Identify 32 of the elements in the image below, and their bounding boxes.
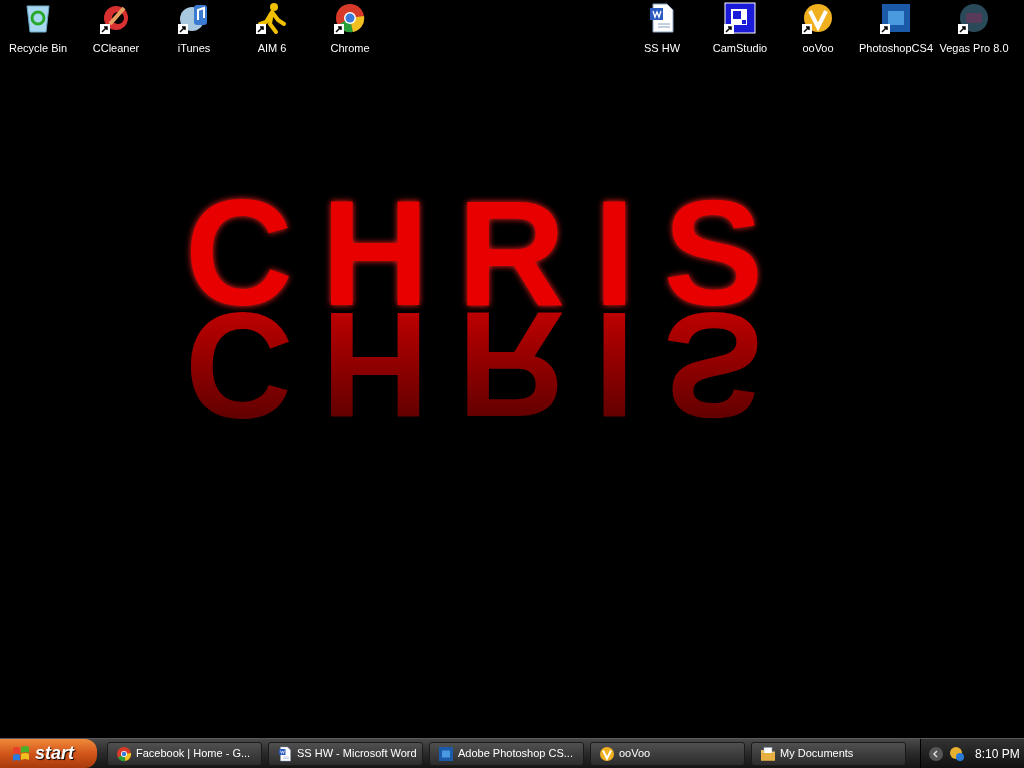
desktop-icon-label[interactable]: AIM 6 bbox=[257, 40, 287, 57]
taskbar-button[interactable]: Adobe Photoshop CS... bbox=[429, 741, 584, 766]
desktop-icon-label[interactable]: PhotoshopCS4 bbox=[859, 40, 933, 57]
app-icon bbox=[438, 745, 454, 762]
taskbar-button[interactable]: SS HW - Microsoft Word bbox=[268, 741, 423, 766]
expand-tray-icon[interactable] bbox=[929, 746, 943, 761]
desktop-icon-label[interactable]: Recycle Bin bbox=[8, 40, 68, 57]
app-icon[interactable] bbox=[958, 2, 990, 34]
app-icon bbox=[116, 745, 132, 762]
tray-app-icon[interactable] bbox=[949, 745, 965, 762]
app-icon bbox=[599, 745, 615, 762]
desktop-icon-label[interactable]: CamStudio bbox=[712, 40, 768, 57]
desktop-icon-label[interactable]: CCleaner bbox=[92, 40, 140, 57]
app-icon[interactable] bbox=[334, 2, 366, 34]
app-icon[interactable] bbox=[256, 2, 288, 34]
taskbar-button[interactable]: My Documents bbox=[751, 741, 906, 766]
taskbar-button[interactable]: ooVoo bbox=[590, 741, 745, 766]
windows-logo-icon bbox=[12, 745, 30, 762]
app-icon bbox=[277, 745, 293, 762]
app-icon bbox=[760, 745, 776, 762]
desktop-icon-label[interactable]: Vegas Pro 8.0 bbox=[939, 40, 1009, 57]
app-icon[interactable] bbox=[802, 2, 834, 34]
desktop-icon-label[interactable]: Chrome bbox=[330, 40, 370, 57]
desktop-icon-label[interactable]: ooVoo bbox=[802, 40, 834, 57]
taskbar-button[interactable]: Facebook | Home - G... bbox=[107, 741, 262, 766]
app-icon[interactable] bbox=[724, 2, 756, 34]
app-icon[interactable] bbox=[178, 2, 210, 34]
wallpaper-title: CHRIS bbox=[184, 196, 792, 309]
app-icon[interactable] bbox=[880, 2, 912, 34]
desktop-icon-label[interactable]: iTunes bbox=[177, 40, 211, 57]
desktop-icon-label[interactable]: SS HW bbox=[643, 40, 681, 57]
start-button[interactable]: start bbox=[0, 739, 97, 768]
